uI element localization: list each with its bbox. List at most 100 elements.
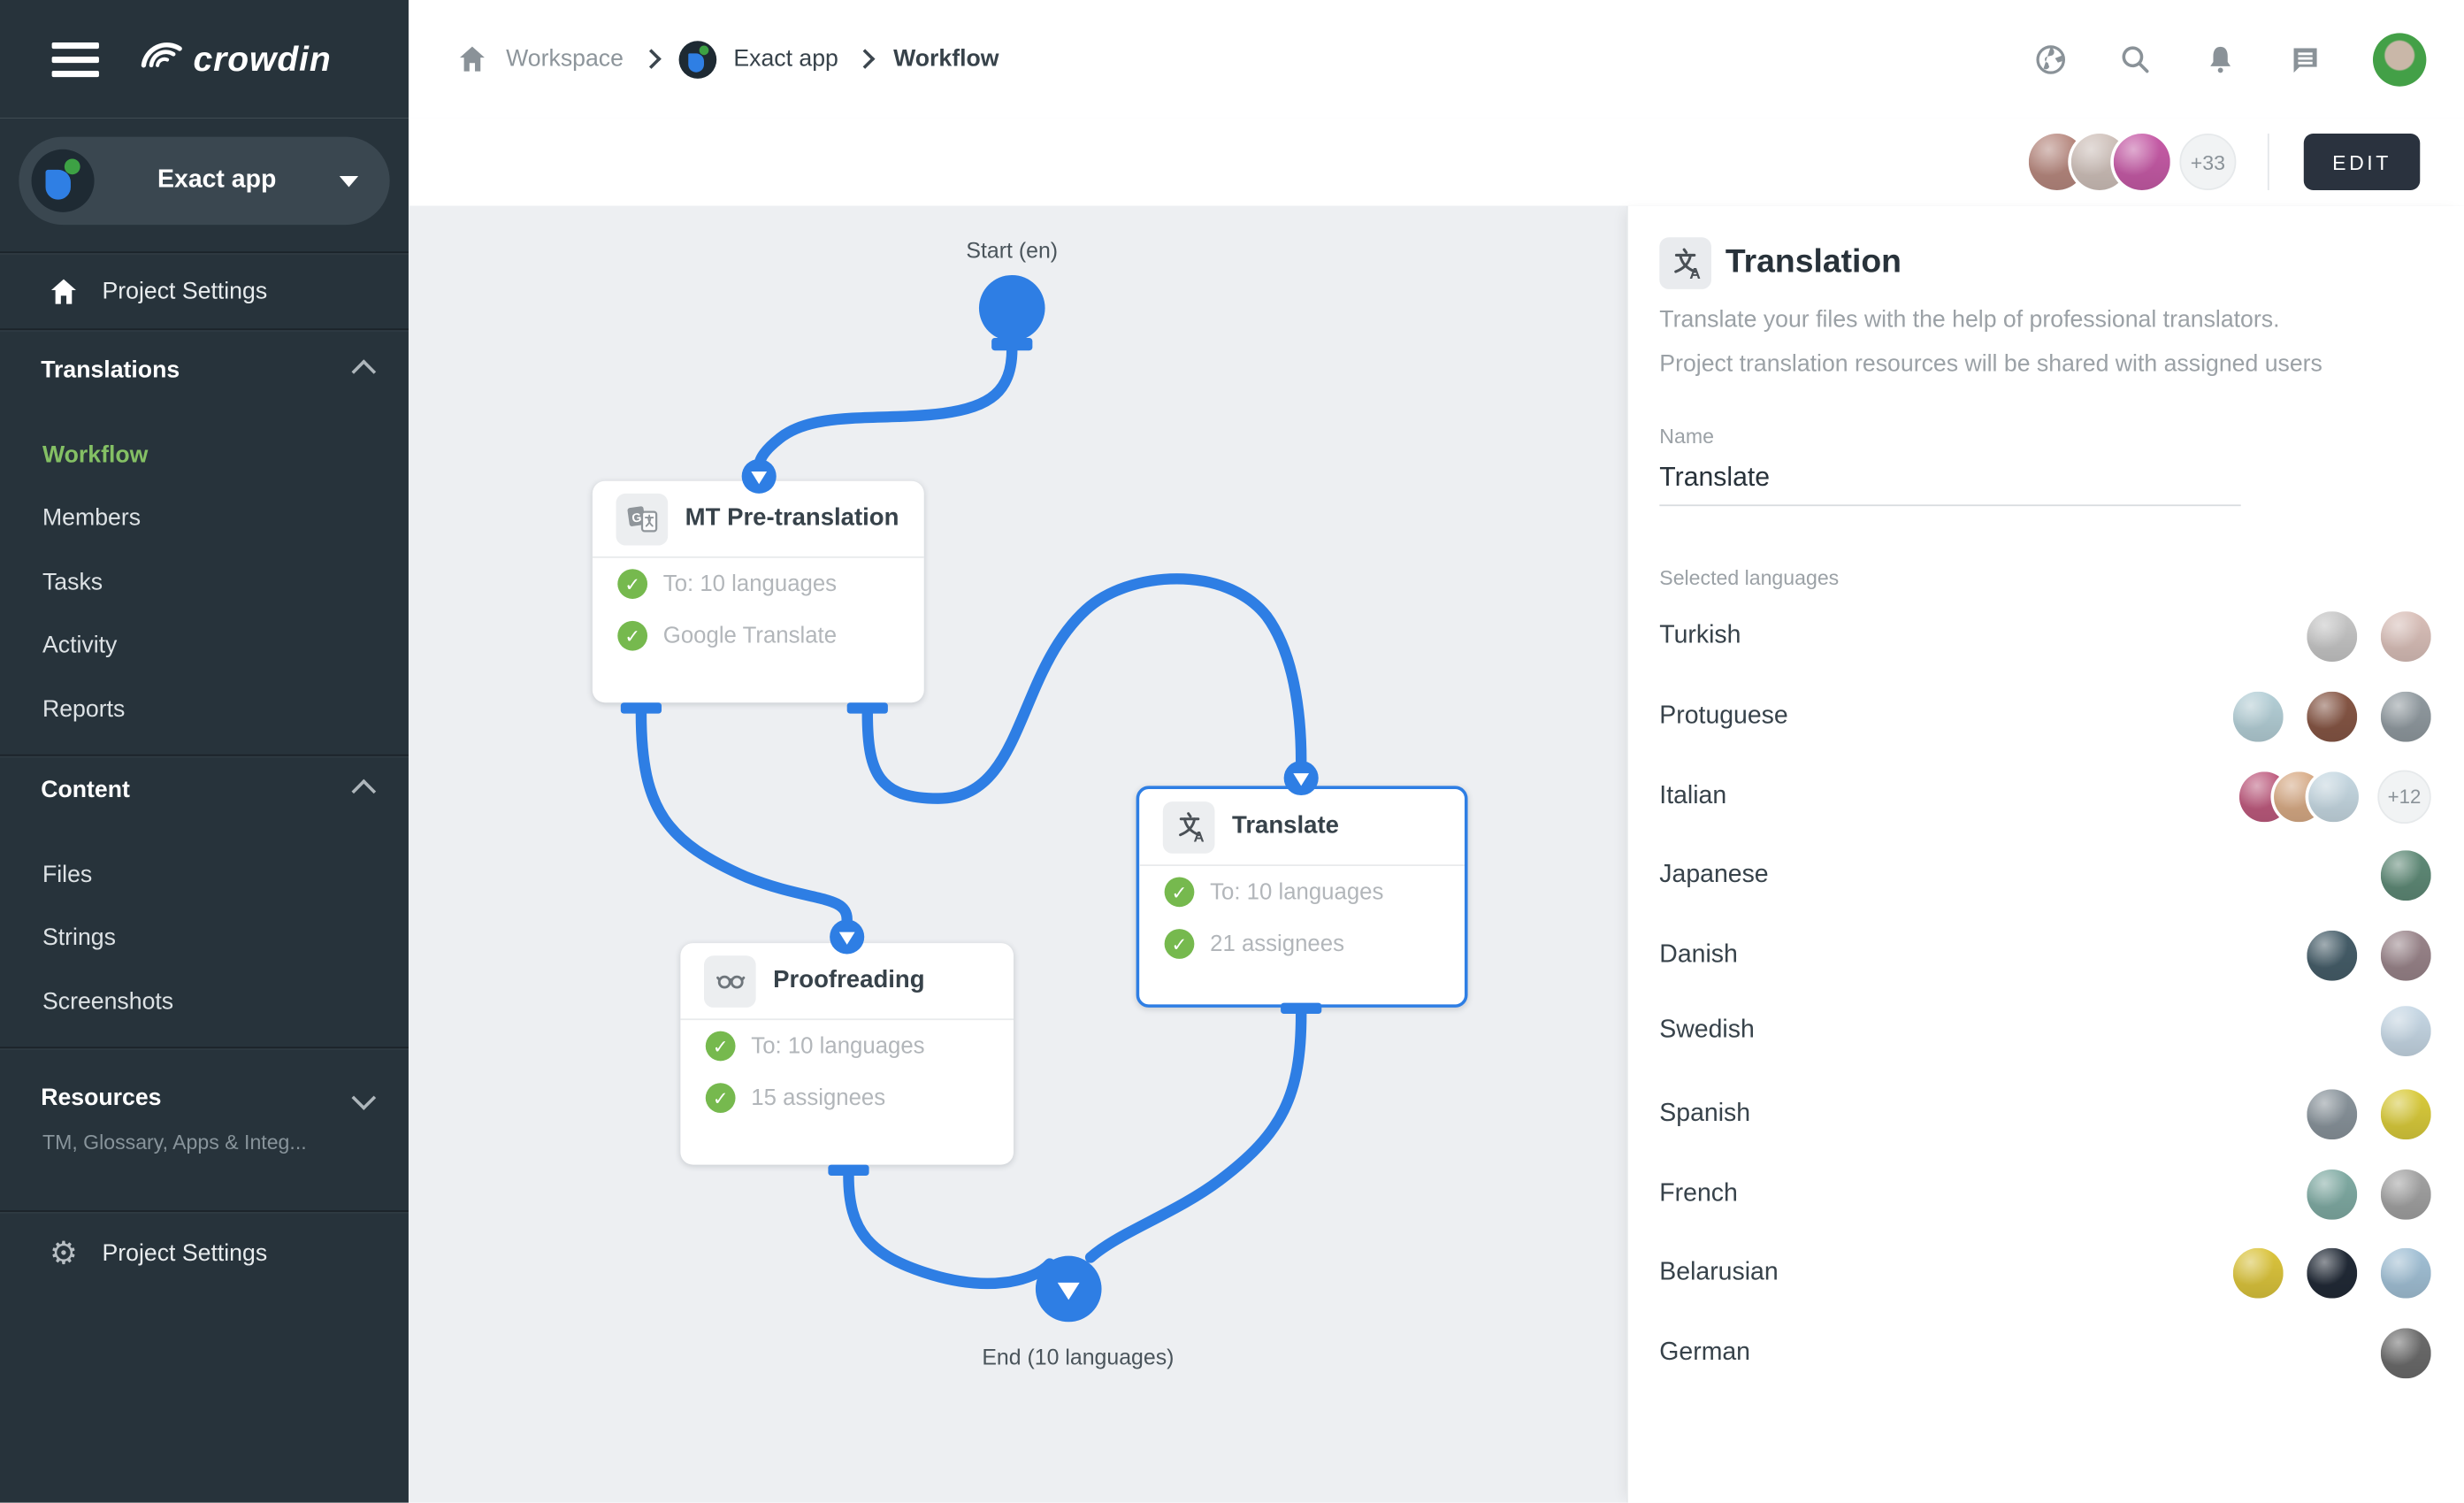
svg-text:G: G (630, 510, 641, 525)
sidebar-item-workflow[interactable]: Workflow (42, 425, 148, 487)
edit-button[interactable]: EDIT (2304, 134, 2420, 190)
panel-description-line2: Project translation resources will be sh… (1659, 350, 2322, 377)
chevron-up-icon[interactable] (352, 359, 377, 384)
panel-title: Translation (1726, 243, 1902, 281)
notifications-icon[interactable] (2203, 42, 2238, 76)
gear-icon: ⚙ (47, 1236, 80, 1269)
home-icon (47, 274, 80, 307)
sidebar-item-files[interactable]: Files (42, 844, 92, 907)
chevron-up-icon[interactable] (352, 779, 377, 804)
crowdin-logo: crowdin (134, 35, 332, 82)
header-actions (2033, 0, 2426, 118)
wire-proofreading-to-end (848, 1176, 1049, 1284)
breadcrumb-workspace[interactable]: Workspace (506, 46, 624, 73)
start-node[interactable] (979, 275, 1045, 341)
breadcrumb-page: Workflow (893, 46, 999, 73)
check-icon: ✓ (617, 621, 647, 651)
breadcrumb-chevron-icon (641, 49, 662, 69)
chevron-down-icon[interactable] (352, 1085, 377, 1110)
translate-icon: A (1163, 801, 1215, 853)
sidebar-section-content[interactable]: Content (41, 777, 130, 803)
language-name: Belarusian (1659, 1259, 1778, 1287)
avatar (2114, 134, 2170, 190)
name-field-underline (1659, 504, 2240, 506)
end-node[interactable] (1036, 1256, 1102, 1323)
check-icon: ✓ (706, 1083, 736, 1113)
hamburger-menu-icon[interactable] (52, 34, 99, 84)
name-field-value[interactable]: Translate (1659, 462, 1770, 494)
sidebar-resources-subtitle: TM, Glossary, Apps & Integ... (42, 1131, 307, 1154)
avatar (2381, 611, 2431, 662)
sidebar: Exact app Project Settings Translations … (0, 118, 409, 1502)
avatar (2308, 771, 2359, 822)
start-node-label: Start (en) (966, 237, 1058, 262)
avatar (2233, 1248, 2284, 1299)
project-selector[interactable]: Exact app (19, 137, 389, 226)
breadcrumb-project[interactable]: Exact app (733, 46, 838, 73)
step-detail: Google Translate (663, 624, 837, 648)
avatar (2381, 1089, 2431, 1139)
search-icon[interactable] (2118, 42, 2153, 76)
sidebar-section-resources[interactable]: Resources (41, 1085, 161, 1111)
crowdin-logo-text: crowdin (194, 39, 332, 80)
language-avatars (2284, 1169, 2431, 1220)
avatar (2381, 850, 2431, 901)
language-row: Japanese (1628, 836, 2464, 915)
wire-mt-to-translate (868, 579, 1301, 798)
avatar (2233, 692, 2284, 742)
sidebar-item-tasks[interactable]: Tasks (42, 552, 103, 615)
sidebar-item-members[interactable]: Members (42, 487, 141, 550)
avatar-overflow-badge: +12 (2377, 771, 2430, 824)
avatar (2381, 1328, 2431, 1378)
language-row: German (1628, 1314, 2464, 1392)
avatar-overflow-badge: +33 (2179, 134, 2236, 190)
workflow-step-title: Translate (1232, 813, 1339, 841)
members-avatar-group[interactable]: +33 (2029, 134, 2237, 190)
sidebar-item-screenshots[interactable]: Screenshots (42, 971, 173, 1034)
avatar (2307, 1169, 2357, 1220)
workflow-step-translate[interactable]: A Translate ✓To: 10 languages ✓21 assign… (1136, 786, 1468, 1008)
language-name: Turkish (1659, 623, 1741, 651)
workflow-canvas[interactable]: Start (en) End (10 languages) G MT Pre-t… (409, 206, 1626, 1503)
user-avatar[interactable] (2373, 32, 2426, 85)
language-row: Swedish (1628, 992, 2464, 1070)
panel-description-line1: Translate your files with the help of pr… (1659, 306, 2279, 333)
sidebar-item-label: Project Settings (102, 1239, 267, 1266)
workflow-step-proofreading[interactable]: Proofreading ✓To: 10 languages ✓15 assig… (680, 943, 1014, 1165)
sidebar-item-activity[interactable]: Activity (42, 615, 117, 678)
proofreading-glasses-icon (704, 955, 756, 1007)
svg-text:A: A (1689, 265, 1701, 282)
translation-icon: A (1659, 237, 1711, 289)
machine-translation-icon: G (616, 493, 669, 545)
messages-icon[interactable] (2288, 42, 2322, 76)
wire-mt-to-proofreading (641, 714, 847, 920)
workflow-step-mt-pretranslation[interactable]: G MT Pre-translation ✓To: 10 languages ✓… (593, 481, 924, 703)
sidebar-item-project-settings-bottom[interactable]: ⚙ Project Settings (0, 1218, 409, 1287)
language-row: Spanish (1628, 1075, 2464, 1154)
step-detail: To: 10 languages (663, 571, 837, 596)
workflow-step-title: MT Pre-translation (685, 504, 899, 533)
project-avatar (32, 150, 95, 212)
language-name: Japanese (1659, 862, 1768, 890)
step-detail: To: 10 languages (1210, 879, 1383, 904)
avatar (2307, 931, 2357, 981)
sidebar-section-translations[interactable]: Translations (41, 357, 180, 383)
wire-start-to-mt (759, 349, 1012, 466)
chevron-down-icon (340, 175, 358, 186)
avatar (2307, 1089, 2357, 1139)
globe-icon[interactable] (2033, 42, 2068, 76)
sidebar-item-strings[interactable]: Strings (42, 907, 116, 970)
language-name: Danish (1659, 941, 1738, 970)
language-avatars (2209, 692, 2431, 742)
workflow-step-title: Proofreading (773, 967, 924, 995)
language-name: Spanish (1659, 1100, 1750, 1129)
sidebar-item-label: Project Settings (102, 278, 267, 304)
home-icon[interactable] (455, 42, 488, 75)
sidebar-item-reports[interactable]: Reports (42, 679, 125, 742)
language-avatars (2357, 1328, 2431, 1378)
toolbar-divider (2268, 134, 2269, 190)
sidebar-item-project-settings-top[interactable]: Project Settings (0, 257, 409, 326)
avatar (2307, 611, 2357, 662)
project-selector-label: Exact app (95, 166, 340, 195)
selected-languages-label: Selected languages (1659, 566, 1839, 590)
